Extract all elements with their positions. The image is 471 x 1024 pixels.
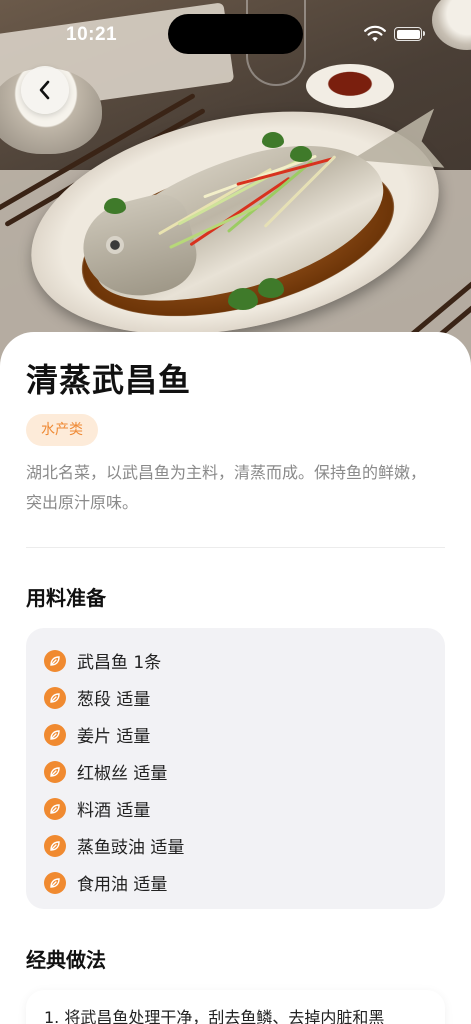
recipe-description: 湖北名菜，以武昌鱼为主料，清蒸而成。保持鱼的鲜嫩，突出原汁原味。 [26, 463, 427, 512]
ingredient-label: 蒸鱼豉油 适量 [77, 838, 185, 858]
leaf-icon [44, 797, 66, 820]
leaf-icon [44, 686, 66, 709]
ingredient-label: 红椒丝 适量 [77, 764, 168, 784]
ingredient-label: 食用油 适量 [77, 875, 168, 895]
recipe-detail-screen: 10:21 清蒸武昌鱼 水产类 湖北名菜，以武昌鱼为主料，清蒸而成。保持鱼的鲜嫩… [0, 0, 471, 1024]
status-time: 10:21 [66, 24, 118, 45]
section-divider [26, 547, 445, 548]
ingredient-item: 料酒 适量 [44, 790, 427, 827]
ingredient-label: 姜片 适量 [77, 727, 151, 747]
ingredient-label: 武昌鱼 1条 [77, 653, 162, 673]
step-text: 1. 将武昌鱼处理干净，刮去鱼鳞、去掉内脏和黑 [44, 1008, 385, 1024]
ingredient-item: 蒸鱼豉油 适量 [44, 827, 427, 864]
wifi-icon [364, 25, 386, 42]
ingredients-heading: 用料准备 [26, 586, 106, 610]
ingredient-label: 葱段 适量 [77, 690, 151, 710]
chevron-left-icon [39, 80, 50, 100]
ingredient-item: 武昌鱼 1条 [44, 642, 427, 679]
category-tag: 水产类 [26, 414, 98, 446]
recipe-title: 清蒸武昌鱼 [26, 361, 192, 399]
leaf-icon [44, 649, 66, 672]
ingredient-item: 葱段 适量 [44, 679, 427, 716]
ingredients-list: 武昌鱼 1条 葱段 适量 姜片 适量 红椒丝 适量 料酒 适量 蒸鱼豉油 适量 … [26, 628, 445, 909]
dynamic-island [168, 14, 303, 54]
method-heading: 经典做法 [26, 948, 106, 972]
battery-icon [394, 27, 425, 41]
back-button[interactable] [21, 66, 69, 114]
recipe-content-sheet: 清蒸武昌鱼 水产类 湖北名菜，以武昌鱼为主料，清蒸而成。保持鱼的鲜嫩，突出原汁原… [0, 332, 471, 1024]
leaf-icon [44, 834, 66, 857]
leaf-icon [44, 871, 66, 894]
leaf-icon [44, 760, 66, 783]
ingredient-label: 料酒 适量 [77, 801, 151, 821]
ingredient-item: 姜片 适量 [44, 716, 427, 753]
ingredient-item: 红椒丝 适量 [44, 753, 427, 790]
ingredient-item: 食用油 适量 [44, 864, 427, 901]
dish-photo [0, 0, 471, 370]
leaf-icon [44, 723, 66, 746]
step-card: 1. 将武昌鱼处理干净，刮去鱼鳞、去掉内脏和黑 [26, 990, 445, 1024]
